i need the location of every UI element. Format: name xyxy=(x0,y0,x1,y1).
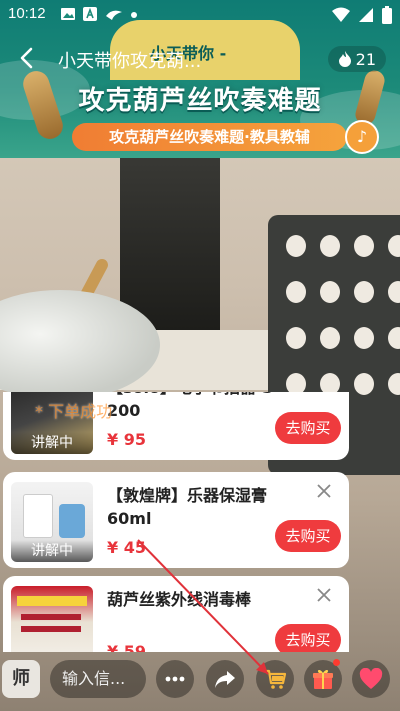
product-list[interactable]: 讲解中 【solo】电子节拍器 S-200 ¥ 95 去购买 讲解中 【敦煌牌】… xyxy=(0,392,400,652)
heart-icon xyxy=(359,668,383,689)
like-button[interactable] xyxy=(352,660,390,698)
product-name[interactable]: 【敦煌牌】乐器保湿膏 60ml xyxy=(107,484,307,530)
gift-icon xyxy=(313,669,333,689)
banner-subtitle: 攻克葫芦丝吹奏难题·教具教辅 xyxy=(72,123,347,151)
product-price: ¥ 45 xyxy=(107,538,146,557)
banner-logo: ♪ xyxy=(345,120,379,154)
buy-button[interactable]: 去购买 xyxy=(275,412,341,444)
banner-title: 攻克葫芦丝吹奏难题 xyxy=(78,86,322,116)
explaining-tag: 讲解中 xyxy=(11,540,93,562)
fire-icon xyxy=(338,51,351,67)
back-button[interactable] xyxy=(14,44,42,72)
share-icon xyxy=(215,671,235,688)
status-time: 10:12 xyxy=(8,5,46,22)
notification-dot xyxy=(333,659,340,666)
back-arrow-icon xyxy=(20,47,33,69)
host-avatar[interactable]: 师 xyxy=(2,660,40,698)
system-icons xyxy=(332,6,392,24)
status-bar: 10:12 xyxy=(0,0,400,28)
cart-icon xyxy=(265,669,287,689)
wifi-icon xyxy=(332,7,350,22)
live-room-title[interactable]: 小天带你攻克葫... xyxy=(58,47,288,73)
close-icon[interactable] xyxy=(313,392,335,394)
order-success-toast: * 下单成功 xyxy=(35,402,113,421)
close-icon[interactable] xyxy=(313,584,335,606)
more-button[interactable] xyxy=(156,660,194,698)
text-icon xyxy=(83,7,97,21)
viewer-count-badge[interactable]: 21 xyxy=(327,46,386,72)
share-button[interactable] xyxy=(206,660,244,698)
viewer-count-text: 21 xyxy=(355,49,376,69)
explaining-tag: 讲解中 xyxy=(11,432,93,454)
more-icon xyxy=(165,676,185,682)
buy-button[interactable]: 去购买 xyxy=(275,520,341,552)
notification-icons xyxy=(60,6,138,22)
product-thumbnail[interactable]: 讲解中 xyxy=(11,482,93,562)
buy-button[interactable]: 去购买 xyxy=(275,624,341,652)
live-header: 小天带你攻克葫... 21 xyxy=(0,38,400,78)
product-name[interactable]: 【solo】电子节拍器 S-200 xyxy=(107,392,307,422)
comment-input[interactable]: 输入信... xyxy=(50,660,146,698)
product-card[interactable]: 葫芦丝紫外线消毒棒 ¥ 59 去购买 xyxy=(3,576,349,652)
bird-icon xyxy=(106,10,122,20)
battery-icon xyxy=(382,6,392,24)
image-icon xyxy=(61,8,75,20)
video-window xyxy=(120,150,220,330)
product-card[interactable]: 讲解中 【敦煌牌】乐器保湿膏 60ml ¥ 45 去购买 xyxy=(3,472,349,568)
cart-button[interactable] xyxy=(256,660,294,698)
product-name[interactable]: 葫芦丝紫外线消毒棒 xyxy=(107,588,307,611)
product-price: ¥ 95 xyxy=(107,430,146,449)
product-thumbnail[interactable] xyxy=(11,586,93,652)
signal-icon xyxy=(359,8,373,22)
close-icon[interactable] xyxy=(313,480,335,502)
gift-button[interactable] xyxy=(304,659,342,698)
bottom-action-bar: 师 输入信... xyxy=(0,651,400,711)
dot-icon xyxy=(131,12,137,18)
